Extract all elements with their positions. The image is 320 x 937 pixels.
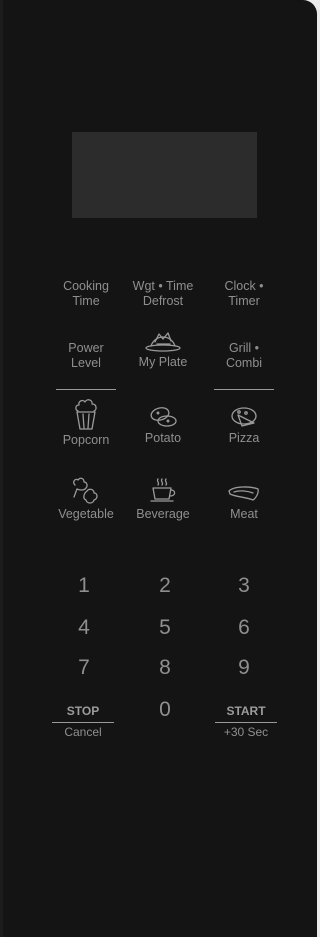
digit-0-button[interactable]: 0 (145, 698, 185, 722)
lcd-display (72, 132, 257, 218)
cancel-label: Cancel (64, 725, 102, 739)
pizza-icon (231, 407, 257, 427)
grill-combi-button[interactable]: Grill • Combi (212, 341, 276, 371)
popcorn-label: Popcorn (62, 433, 110, 447)
popcorn-icon (75, 399, 97, 430)
digit-7-button[interactable]: 7 (64, 656, 104, 680)
plate-icon (145, 332, 181, 352)
start-button[interactable]: START +30 Sec (215, 704, 277, 740)
defrost-label-2: Defrost (142, 294, 184, 308)
meat-icon (228, 486, 259, 501)
meat-button[interactable]: Meat (212, 483, 276, 522)
cooking-time-label-1: Cooking (63, 279, 109, 293)
panel-edge (0, 0, 3, 937)
potato-icon (150, 407, 177, 427)
stop-label: STOP (66, 704, 100, 718)
beverage-button[interactable]: Beverage (131, 477, 195, 522)
divider-right (214, 389, 274, 390)
digit-5-button[interactable]: 5 (145, 616, 185, 640)
start-label: START (226, 704, 266, 718)
power-level-label-2: Level (71, 356, 101, 370)
digit-9-button[interactable]: 9 (224, 656, 264, 680)
power-level-button[interactable]: Power Level (56, 341, 116, 371)
start-divider (215, 722, 277, 723)
my-plate-label: My Plate (138, 355, 188, 369)
plus-30-sec-label: +30 Sec (223, 725, 269, 739)
pizza-label: Pizza (228, 431, 260, 445)
clock-timer-button[interactable]: Clock • Timer (212, 279, 276, 309)
potato-button[interactable]: Potato (133, 405, 193, 446)
meat-label: Meat (230, 507, 258, 521)
divider-left (56, 389, 116, 390)
vegetable-button[interactable]: Vegetable (54, 477, 118, 522)
digit-6-button[interactable]: 6 (224, 616, 264, 640)
vegetable-label: Vegetable (58, 507, 114, 521)
grill-combi-label-2: Combi (225, 356, 263, 370)
stop-divider (52, 722, 114, 723)
digit-8-button[interactable]: 8 (145, 656, 185, 680)
digit-2-button[interactable]: 2 (145, 574, 185, 598)
power-level-label-1: Power (68, 341, 104, 355)
cooking-time-label-2: Time (72, 294, 100, 308)
stop-cancel-button[interactable]: STOP Cancel (52, 704, 114, 740)
clock-timer-label-2: Timer (228, 294, 260, 308)
clock-timer-label-1: Clock • (224, 279, 264, 293)
cooking-time-button[interactable]: Cooking Time (56, 279, 116, 309)
pizza-button[interactable]: Pizza (212, 405, 276, 446)
potato-label: Potato (144, 431, 182, 445)
popcorn-button[interactable]: Popcorn (54, 397, 118, 448)
grill-combi-label-1: Grill • (228, 341, 260, 355)
weight-time-defrost-button[interactable]: Wgt • Time Defrost (128, 279, 198, 309)
beverage-label: Beverage (136, 507, 190, 521)
digit-1-button[interactable]: 1 (64, 574, 104, 598)
my-plate-button[interactable]: My Plate (128, 331, 198, 370)
digit-4-button[interactable]: 4 (64, 616, 104, 640)
defrost-label-1: Wgt • Time (132, 279, 194, 293)
digit-3-button[interactable]: 3 (224, 574, 264, 598)
beverage-icon (150, 478, 176, 502)
vegetable-icon (73, 477, 98, 504)
microwave-control-panel: Cooking Time Wgt • Time Defrost Clock • … (0, 0, 317, 937)
